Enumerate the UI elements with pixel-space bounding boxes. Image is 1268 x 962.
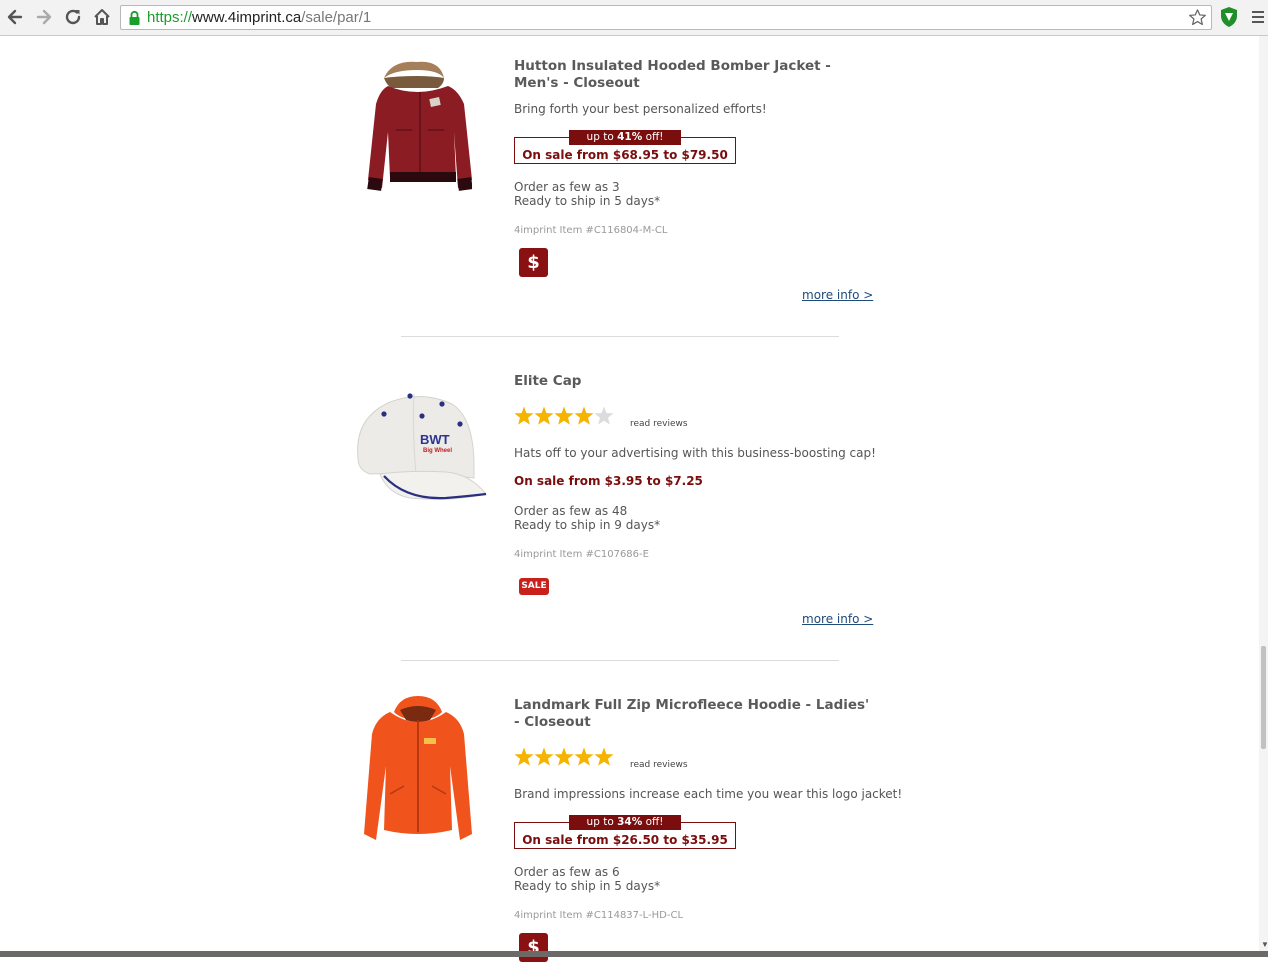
discount-prefix: up to	[586, 131, 618, 143]
divider	[401, 660, 839, 661]
min-order: Order as few as 3	[514, 180, 620, 194]
menu-icon[interactable]	[1252, 10, 1264, 24]
browser-toolbar: https://www.4imprint.ca/sale/par/1	[0, 0, 1268, 36]
url-scheme: https://	[147, 9, 193, 26]
min-order: Order as few as 48	[514, 504, 628, 518]
rating-stars	[514, 406, 614, 425]
item-number: 4imprint Item #C116804-M-CL	[514, 225, 668, 236]
order-info: Order as few as 3 Ready to ship in 5 day…	[514, 180, 660, 208]
star-filled-icon	[514, 406, 534, 425]
url-host: www.4imprint.ca	[192, 9, 302, 26]
sale-price: On sale from $26.50 to $35.95	[522, 833, 728, 847]
forward-icon[interactable]	[33, 6, 55, 28]
back-icon[interactable]	[4, 6, 26, 28]
min-order: Order as few as 6	[514, 865, 620, 879]
sale-price-box: up to 34% off! On sale from $26.50 to $3…	[514, 815, 736, 849]
reload-icon[interactable]	[62, 6, 84, 28]
elite-cap-image[interactable]: BWT Big Wheel	[350, 388, 490, 504]
cap-logo-subtext: Big Wheel	[423, 448, 452, 454]
star-filled-icon	[554, 747, 574, 766]
star-filled-icon	[594, 747, 614, 766]
shield-extension-icon[interactable]	[1219, 6, 1239, 28]
divider	[401, 336, 839, 337]
more-info-link[interactable]: more info >	[802, 288, 873, 302]
discount-percent: 34%	[617, 816, 643, 828]
sale-badge-icon: SALE	[519, 578, 549, 595]
sale-price-box: up to 41% off! On sale from $68.95 to $7…	[514, 130, 736, 164]
read-reviews-link[interactable]: read reviews	[630, 419, 688, 429]
product-description: Bring forth your best personalized effor…	[514, 102, 767, 116]
rating-stars	[514, 747, 614, 766]
read-reviews-link[interactable]: read reviews	[630, 760, 688, 770]
cap-logo-text: BWT	[420, 432, 450, 447]
scroll-down-arrow-icon[interactable]: ▼	[1261, 940, 1268, 949]
star-filled-icon	[574, 406, 594, 425]
product-title[interactable]: Hutton Insulated Hooded Bomber Jacket - …	[514, 58, 874, 92]
dollar-badge-icon: $	[519, 933, 548, 962]
star-filled-icon	[574, 747, 594, 766]
discount-suffix: off!	[642, 131, 664, 143]
star-filled-icon	[554, 406, 574, 425]
product-title[interactable]: Landmark Full Zip Microfleece Hoodie - L…	[514, 697, 874, 731]
discount-tag: up to 34% off!	[569, 815, 681, 830]
taskbar	[0, 951, 1268, 957]
bookmark-star-icon[interactable]	[1188, 8, 1207, 27]
microfleece-hoodie-image[interactable]	[360, 694, 476, 846]
bomber-jacket-image[interactable]	[362, 60, 472, 206]
lock-icon	[129, 10, 140, 25]
ship-time: Ready to ship in 5 days*	[514, 879, 661, 893]
star-filled-icon	[534, 406, 554, 425]
sale-price: On sale from $3.95 to $7.25	[514, 474, 703, 488]
home-icon[interactable]	[91, 6, 113, 28]
dollar-badge-icon: $	[519, 248, 548, 277]
discount-suffix: off!	[642, 816, 664, 828]
ship-time: Ready to ship in 5 days*	[514, 194, 661, 208]
star-filled-icon	[534, 747, 554, 766]
scrollbar-thumb[interactable]	[1261, 646, 1266, 749]
url-path: /sale/par/1	[301, 9, 372, 26]
url-text: https://www.4imprint.ca/sale/par/1	[147, 9, 371, 26]
more-info-link[interactable]: more info >	[802, 612, 873, 626]
vertical-scrollbar[interactable]	[1259, 36, 1268, 951]
ship-time: Ready to ship in 9 days*	[514, 518, 661, 532]
discount-percent: 41%	[617, 131, 643, 143]
item-number: 4imprint Item #C107686-E	[514, 549, 649, 560]
star-empty-icon	[594, 406, 614, 425]
discount-tag: up to 41% off!	[569, 130, 681, 145]
discount-prefix: up to	[586, 816, 618, 828]
item-number: 4imprint Item #C114837-L-HD-CL	[514, 910, 684, 921]
product-description: Hats off to your advertising with this b…	[514, 446, 876, 460]
order-info: Order as few as 6 Ready to ship in 5 day…	[514, 865, 660, 893]
address-bar[interactable]: https://www.4imprint.ca/sale/par/1	[120, 5, 1212, 30]
star-filled-icon	[514, 747, 534, 766]
sale-price: On sale from $68.95 to $79.50	[522, 148, 728, 162]
product-title[interactable]: Elite Cap	[514, 373, 874, 390]
order-info: Order as few as 48 Ready to ship in 9 da…	[514, 504, 660, 532]
product-description: Brand impressions increase each time you…	[514, 787, 903, 801]
